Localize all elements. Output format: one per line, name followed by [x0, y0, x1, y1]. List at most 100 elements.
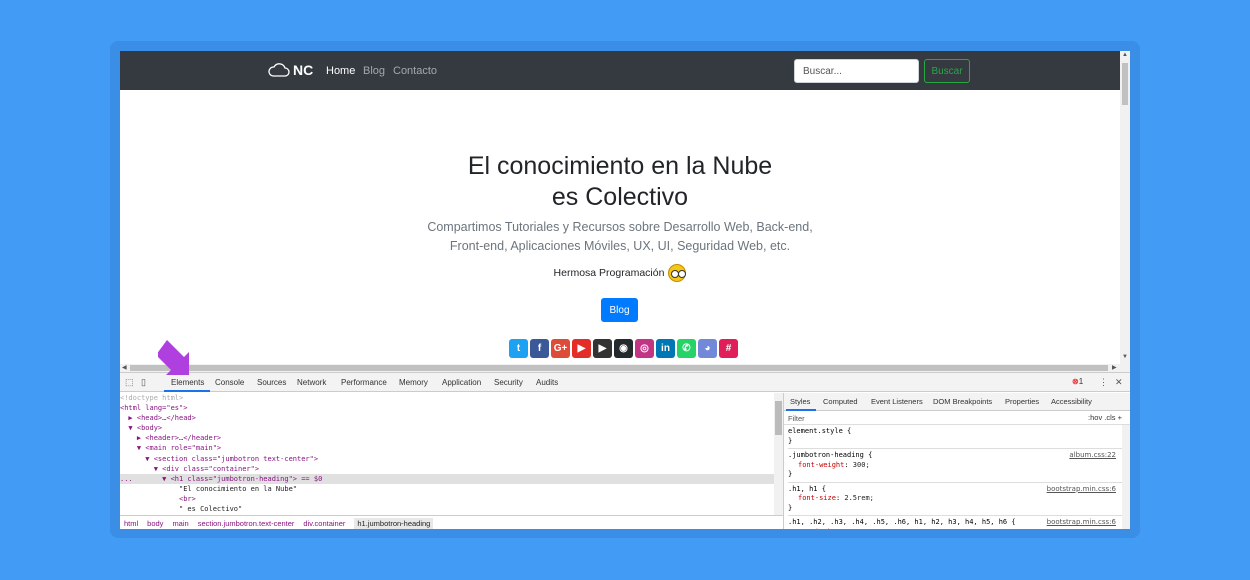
page-vertical-scrollbar[interactable]: ▲ ▼: [1120, 51, 1130, 364]
brand-logo[interactable]: NC: [268, 62, 313, 78]
tab-accessibility[interactable]: Accessibility: [1051, 397, 1092, 406]
close-icon[interactable]: ✕: [1115, 377, 1123, 388]
error-badge[interactable]: ⊗1: [1072, 377, 1083, 386]
dom-node-line[interactable]: ▶ <head>…</head>: [120, 413, 774, 423]
dom-node-line[interactable]: <html lang="es">: [120, 403, 774, 413]
styles-pane: Styles Computed Event Listeners DOM Brea…: [783, 393, 1130, 529]
rule-source-link[interactable]: bootstrap.min.css:6: [1047, 518, 1116, 528]
tab-styles[interactable]: Styles: [790, 397, 810, 406]
twitter-icon[interactable]: t: [509, 339, 528, 358]
filter-tools[interactable]: :hov .cls +: [1088, 413, 1122, 422]
dom-node-line[interactable]: ... ▼ <h1 class="jumbotron-heading"> == …: [120, 473, 774, 484]
style-rule: .jumbotron-heading {album.css:22 font-wei…: [788, 451, 1126, 483]
dom-node-line[interactable]: ▶ <header>…</header>: [120, 433, 774, 443]
instagram-icon[interactable]: ◎: [635, 339, 654, 358]
scroll-up-icon[interactable]: ▲: [1122, 52, 1128, 58]
tab-elements[interactable]: Elements: [171, 378, 204, 387]
dom-node-line[interactable]: "El conocimiento en la Nube": [120, 484, 774, 494]
whatsapp-icon[interactable]: ✆: [677, 339, 696, 358]
rule-property[interactable]: font-weight: 300;: [788, 461, 1126, 471]
rule-property[interactable]: font-size: 2.5rem;: [788, 494, 1126, 504]
scrollbar-thumb[interactable]: [775, 401, 782, 435]
dom-node-line[interactable]: " es Colectivo": [120, 504, 774, 514]
nav-link-contacto[interactable]: Contacto: [393, 65, 437, 77]
styles-scrollbar[interactable]: [1122, 425, 1130, 529]
rule-close: }: [788, 470, 793, 478]
tab-network[interactable]: Network: [297, 378, 326, 387]
tagline-text: Hermosa Programación: [553, 267, 665, 279]
filter-input[interactable]: Filter: [788, 414, 805, 423]
dom-node-line[interactable]: ▼ <div class="container">: [120, 464, 774, 474]
tab-performance[interactable]: Performance: [341, 378, 387, 387]
breadcrumb-item[interactable]: div.container: [303, 519, 345, 528]
tab-memory[interactable]: Memory: [399, 378, 428, 387]
google-plus-icon[interactable]: G+: [551, 339, 570, 358]
tab-dom-breakpoints[interactable]: DOM Breakpoints: [933, 397, 992, 406]
tab-console[interactable]: Console: [215, 378, 244, 387]
linkedin-icon[interactable]: in: [656, 339, 675, 358]
rule-source-link[interactable]: album.css:22: [1069, 451, 1116, 461]
tab-event-listeners[interactable]: Event Listeners: [871, 397, 923, 406]
scrollbar-thumb[interactable]: [130, 365, 1108, 371]
slack-icon[interactable]: #: [719, 339, 738, 358]
active-tab-indicator: [164, 390, 210, 392]
device-toolbar-icon[interactable]: ▯: [141, 377, 146, 388]
dom-tree-scrollbar[interactable]: [774, 393, 783, 515]
tab-properties[interactable]: Properties: [1005, 397, 1039, 406]
navbar: NC Home Blog Contacto Buscar: [120, 51, 1120, 90]
scroll-left-icon[interactable]: ◀: [122, 364, 127, 371]
nerd-emoji-icon: [668, 264, 687, 282]
dom-node-line[interactable]: <!doctype html>: [120, 393, 774, 403]
discord-icon[interactable]: ◕: [698, 339, 717, 358]
rule-source-link[interactable]: bootstrap.min.css:6: [1047, 485, 1116, 495]
breadcrumb-item[interactable]: section.jumbotron.text-center: [198, 519, 295, 528]
error-count: 1: [1078, 377, 1084, 386]
breadcrumb-item[interactable]: main: [172, 519, 188, 528]
dom-node-line[interactable]: <br>: [120, 494, 774, 504]
nav-link-blog[interactable]: Blog: [363, 65, 385, 77]
styles-filter[interactable]: Filter :hov .cls +: [784, 411, 1130, 425]
search-input[interactable]: [794, 59, 919, 83]
property-name[interactable]: font-weight: [798, 461, 844, 469]
rule-selector[interactable]: element.style {: [788, 427, 1126, 437]
property-name[interactable]: margin-bottom: [798, 528, 853, 530]
breadcrumb: html body main section.jumbotron.text-cente…: [120, 515, 783, 529]
search-button[interactable]: Buscar: [924, 59, 970, 83]
breadcrumb-item[interactable]: h1.jumbotron-heading: [354, 517, 434, 529]
inspect-element-icon[interactable]: ⬚: [125, 377, 134, 388]
tab-audits[interactable]: Audits: [536, 378, 558, 387]
dom-tree[interactable]: <!doctype html> <html lang="es"> ▶ <head>…: [120, 393, 774, 515]
tab-application[interactable]: Application: [442, 378, 481, 387]
page-horizontal-scrollbar[interactable]: ◀ ▶: [120, 364, 1130, 372]
facebook-icon[interactable]: f: [530, 339, 549, 358]
dom-node-line[interactable]: ▼ <section class="jumbotron text-center"…: [120, 454, 774, 464]
property-value[interactable]: 2.5rem;: [844, 494, 874, 502]
dom-node-line[interactable]: ▼ <main role="main">: [120, 443, 774, 453]
breadcrumb-item[interactable]: html: [124, 519, 138, 528]
page-viewport: NC Home Blog Contacto Buscar El conocimi…: [120, 51, 1120, 364]
browser-window: NC Home Blog Contacto Buscar El conocimi…: [120, 51, 1130, 529]
scroll-right-icon[interactable]: ▶: [1112, 364, 1117, 371]
title-line-2: es Colectivo: [551, 183, 689, 211]
scrollbar-thumb[interactable]: [1122, 63, 1128, 105]
lead-text: Compartimos Tutoriales y Recursos sobre …: [370, 218, 870, 256]
tab-security[interactable]: Security: [494, 378, 523, 387]
scroll-down-icon[interactable]: ▼: [1122, 354, 1128, 360]
property-name[interactable]: font-size: [798, 494, 836, 502]
rule-property[interactable]: margin-bottom: .5rem;: [788, 528, 1126, 530]
brand-text: NC: [293, 62, 314, 78]
nav-link-home[interactable]: Home: [326, 65, 355, 77]
dom-node-line[interactable]: ▼ <body>: [120, 423, 774, 433]
more-options-icon[interactable]: ⋮: [1099, 377, 1108, 388]
tab-computed[interactable]: Computed: [823, 397, 858, 406]
youtube-icon[interactable]: ▶: [572, 339, 591, 358]
breadcrumb-item[interactable]: body: [147, 519, 163, 528]
property-value[interactable]: 300;: [853, 461, 870, 469]
github-icon[interactable]: ◉: [614, 339, 633, 358]
property-value[interactable]: .5rem;: [861, 528, 886, 530]
tab-sources[interactable]: Sources: [257, 378, 286, 387]
blog-button[interactable]: Blog: [601, 298, 638, 322]
social-links: t f G+ ▶ ▶ ◉ ◎ in ✆ ◕ #: [509, 339, 738, 358]
youtube-alt-icon[interactable]: ▶: [593, 339, 612, 358]
page-title: El conocimiento en la Nube es Colectivo: [370, 151, 870, 213]
